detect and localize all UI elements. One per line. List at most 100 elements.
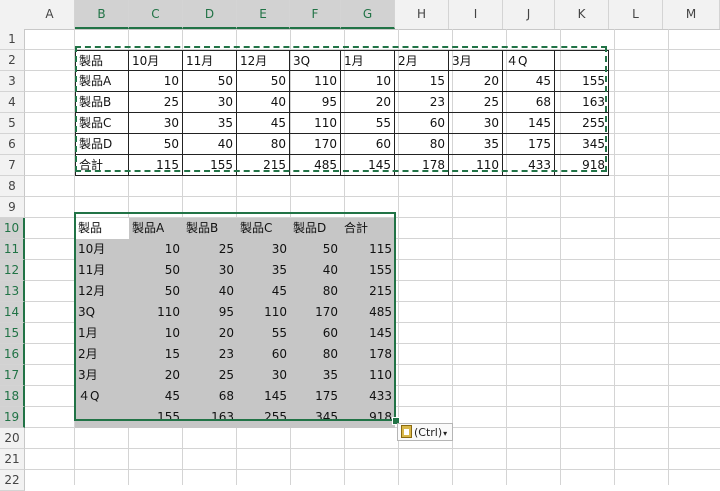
pasted-cell[interactable]: 215 xyxy=(341,281,395,302)
row-header-6[interactable]: 6 xyxy=(0,134,25,155)
row-header-16[interactable]: 16 xyxy=(0,344,25,365)
pasted-cell[interactable]: 3Q xyxy=(75,302,129,323)
source-cell[interactable]: 175 xyxy=(503,134,555,155)
pasted-cell[interactable]: 345 xyxy=(290,407,341,428)
pasted-cell[interactable]: 20 xyxy=(183,323,237,344)
pasted-cell[interactable]: 110 xyxy=(237,302,290,323)
pasted-cell[interactable]: 30 xyxy=(237,365,290,386)
source-cell[interactable]: 40 xyxy=(183,134,237,155)
source-cell[interactable]: 製品A xyxy=(75,71,129,92)
source-cell[interactable]: 35 xyxy=(183,113,237,134)
row-header-2[interactable]: 2 xyxy=(0,50,25,71)
pasted-cell[interactable]: 30 xyxy=(183,260,237,281)
source-header-cell[interactable]: ４Q xyxy=(503,50,555,71)
row-header-5[interactable]: 5 xyxy=(0,113,25,134)
source-cell[interactable]: 23 xyxy=(395,92,449,113)
column-header-g[interactable]: G xyxy=(341,0,395,29)
source-cell[interactable]: 145 xyxy=(503,113,555,134)
column-header-b[interactable]: B xyxy=(75,0,129,29)
pasted-cell[interactable]: 12月 xyxy=(75,281,129,302)
pasted-cell[interactable]: 60 xyxy=(290,323,341,344)
source-cell[interactable]: 918 xyxy=(555,155,609,176)
pasted-cell[interactable]: 45 xyxy=(129,386,183,407)
pasted-cell[interactable]: 35 xyxy=(290,365,341,386)
row-header-8[interactable]: 8 xyxy=(0,176,25,197)
pasted-header-cell[interactable]: 製品 xyxy=(75,218,129,239)
pasted-cell[interactable]: 10 xyxy=(129,323,183,344)
pasted-cell[interactable]: 145 xyxy=(341,323,395,344)
pasted-cell[interactable]: 15 xyxy=(129,344,183,365)
column-header-a[interactable]: A xyxy=(25,0,75,29)
row-header-9[interactable]: 9 xyxy=(0,197,25,218)
source-header-cell[interactable]: 製品 xyxy=(75,50,129,71)
source-cell[interactable]: 50 xyxy=(183,71,237,92)
source-cell[interactable]: 50 xyxy=(129,134,183,155)
pasted-cell[interactable]: 68 xyxy=(183,386,237,407)
source-cell[interactable]: 433 xyxy=(503,155,555,176)
source-cell[interactable]: 115 xyxy=(129,155,183,176)
source-cell[interactable]: 25 xyxy=(449,92,503,113)
column-header-f[interactable]: F xyxy=(290,0,341,29)
row-header-12[interactable]: 12 xyxy=(0,260,25,281)
pasted-cell[interactable]: 155 xyxy=(341,260,395,281)
row-header-17[interactable]: 17 xyxy=(0,365,25,386)
source-cell[interactable]: 合計 xyxy=(75,155,129,176)
pasted-cell[interactable]: 35 xyxy=(237,260,290,281)
pasted-header-cell[interactable]: 製品D xyxy=(290,218,341,239)
source-cell[interactable]: 30 xyxy=(183,92,237,113)
source-cell[interactable]: 80 xyxy=(395,134,449,155)
source-cell[interactable]: 55 xyxy=(341,113,395,134)
pasted-cell[interactable]: 25 xyxy=(183,365,237,386)
pasted-cell[interactable] xyxy=(75,407,129,428)
row-header-19[interactable]: 19 xyxy=(0,407,25,428)
row-header-20[interactable]: 20 xyxy=(0,428,25,449)
pasted-cell[interactable]: 40 xyxy=(183,281,237,302)
source-cell[interactable]: 30 xyxy=(449,113,503,134)
source-cell[interactable]: 155 xyxy=(555,71,609,92)
source-header-cell[interactable]: 10月 xyxy=(129,50,183,71)
pasted-cell[interactable]: 55 xyxy=(237,323,290,344)
source-cell[interactable]: 45 xyxy=(503,71,555,92)
pasted-cell[interactable]: 918 xyxy=(341,407,395,428)
pasted-cell[interactable]: 40 xyxy=(290,260,341,281)
column-header-m[interactable]: M xyxy=(663,0,720,29)
pasted-header-cell[interactable]: 製品C xyxy=(237,218,290,239)
pasted-cell[interactable]: 25 xyxy=(183,239,237,260)
source-cell[interactable]: 15 xyxy=(395,71,449,92)
pasted-header-cell[interactable]: 製品A xyxy=(129,218,183,239)
pasted-cell[interactable]: 163 xyxy=(183,407,237,428)
row-header-15[interactable]: 15 xyxy=(0,323,25,344)
source-cell[interactable]: 80 xyxy=(237,134,290,155)
source-cell[interactable]: 20 xyxy=(341,92,395,113)
source-header-cell[interactable]: 2月 xyxy=(395,50,449,71)
source-cell[interactable]: 163 xyxy=(555,92,609,113)
pasted-cell[interactable]: 145 xyxy=(237,386,290,407)
row-header-3[interactable]: 3 xyxy=(0,71,25,92)
column-header-e[interactable]: E xyxy=(237,0,290,29)
pasted-cell[interactable]: 110 xyxy=(129,302,183,323)
row-header-14[interactable]: 14 xyxy=(0,302,25,323)
row-header-18[interactable]: 18 xyxy=(0,386,25,407)
pasted-cell[interactable]: 433 xyxy=(341,386,395,407)
pasted-cell[interactable]: 50 xyxy=(290,239,341,260)
source-cell[interactable]: 110 xyxy=(449,155,503,176)
source-cell[interactable]: 345 xyxy=(555,134,609,155)
row-header-10[interactable]: 10 xyxy=(0,218,25,239)
column-header-k[interactable]: K xyxy=(555,0,609,29)
source-cell[interactable]: 製品B xyxy=(75,92,129,113)
row-header-7[interactable]: 7 xyxy=(0,155,25,176)
source-cell[interactable]: 95 xyxy=(290,92,341,113)
source-cell[interactable]: 155 xyxy=(183,155,237,176)
row-header-1[interactable]: 1 xyxy=(0,29,25,50)
source-header-cell[interactable]: 3月 xyxy=(449,50,503,71)
pasted-cell[interactable]: 155 xyxy=(129,407,183,428)
source-cell[interactable]: 50 xyxy=(237,71,290,92)
pasted-cell[interactable]: 50 xyxy=(129,260,183,281)
source-cell[interactable]: 製品D xyxy=(75,134,129,155)
source-cell[interactable]: 110 xyxy=(290,113,341,134)
pasted-cell[interactable]: 2月 xyxy=(75,344,129,365)
pasted-cell[interactable]: 1月 xyxy=(75,323,129,344)
paste-options-button[interactable]: (Ctrl)▾ xyxy=(397,423,453,441)
pasted-cell[interactable]: 10 xyxy=(129,239,183,260)
source-cell[interactable]: 255 xyxy=(555,113,609,134)
